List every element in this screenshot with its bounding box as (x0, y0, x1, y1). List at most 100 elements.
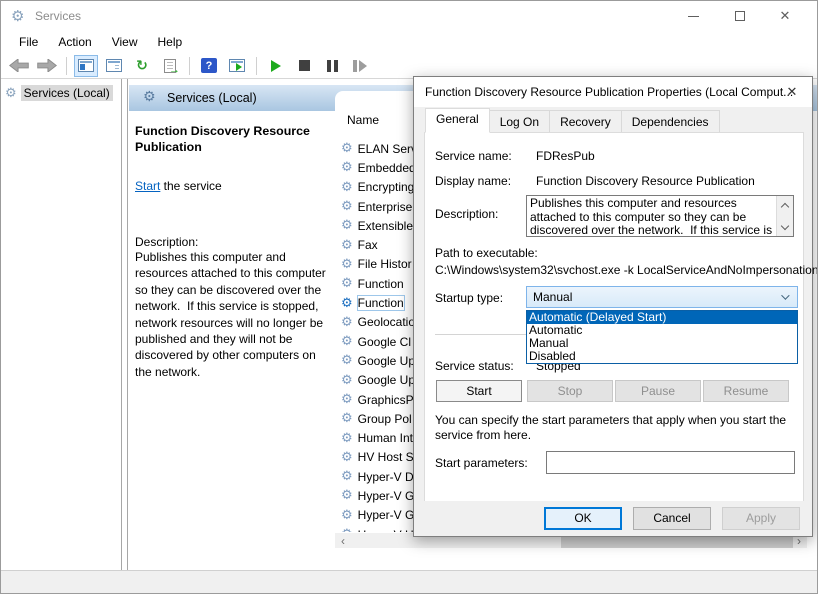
toolbar-separator (256, 57, 257, 75)
tab-log-on[interactable]: Log On (489, 110, 550, 133)
startup-type-select[interactable]: Manual (526, 286, 798, 308)
service-gear-icon: ⚙ (341, 161, 353, 174)
dropdown-option-automatic[interactable]: Automatic (527, 324, 797, 337)
menu-view[interactable]: View (102, 32, 148, 52)
description-label: Description: (135, 235, 333, 249)
action-pane-icon (229, 59, 245, 72)
path-value: C:\Windows\system32\svchost.exe -k Local… (435, 263, 818, 277)
tab-recovery[interactable]: Recovery (549, 110, 622, 133)
extended-pane: Function Discovery Resource Publication … (135, 123, 333, 380)
service-gear-icon: ⚙ (341, 374, 353, 387)
dialog-title: Function Discovery Resource Publication … (425, 85, 793, 99)
dialog-description-label: Description: (435, 207, 498, 221)
close-button[interactable]: ✕ (763, 1, 807, 31)
refresh-icon: ↻ (136, 59, 148, 73)
chevron-down-icon (781, 291, 789, 299)
startup-type-label: Startup type: (435, 291, 503, 305)
restart-service-button[interactable] (348, 55, 372, 77)
dropdown-option-disabled[interactable]: Disabled (527, 350, 797, 363)
refresh-button[interactable]: ↻ (130, 55, 154, 77)
back-button[interactable] (7, 55, 31, 77)
path-label: Path to executable: (435, 246, 538, 260)
display-name-row: Display name: Function Discovery Resourc… (435, 174, 511, 188)
service-gear-icon: ⚙ (341, 142, 353, 155)
tab-dependencies[interactable]: Dependencies (621, 110, 720, 133)
console-tree-pane: ⚙ Services (Local) (1, 79, 122, 570)
start-button[interactable]: Start (436, 380, 522, 402)
pause-button[interactable]: Pause (615, 380, 701, 402)
resume-button[interactable]: Resume (703, 380, 789, 402)
ok-button[interactable]: OK (544, 507, 622, 530)
menu-help[interactable]: Help (148, 32, 193, 52)
services-gear-icon: ⚙ (5, 86, 17, 101)
forward-icon (37, 59, 57, 72)
scroll-up-button[interactable] (777, 196, 793, 213)
header-gear-icon: ⚙ (143, 89, 156, 105)
display-name-label: Display name: (435, 174, 511, 188)
service-gear-icon: ⚙ (341, 354, 353, 367)
tab-general[interactable]: General (425, 108, 490, 133)
maximize-button[interactable] (718, 1, 762, 31)
description-label-row: Description: (435, 207, 498, 221)
stop-button[interactable]: Stop (527, 380, 613, 402)
start-parameters-input[interactable] (546, 451, 795, 474)
start-service-link[interactable]: Start (135, 179, 160, 193)
dialog-titlebar: Function Discovery Resource Publication … (414, 77, 812, 107)
minimize-button[interactable] (671, 1, 715, 31)
menubar: File Action View Help (1, 31, 817, 53)
apply-button[interactable]: Apply (722, 507, 800, 530)
selected-service-title: Function Discovery Resource Publication (135, 123, 320, 155)
menu-action[interactable]: Action (48, 32, 101, 52)
toolbar-separator (66, 57, 67, 75)
service-name-label: Service name: (435, 149, 512, 163)
show-console-tree-button[interactable] (74, 55, 98, 77)
startup-type-row: Startup type: (435, 291, 503, 305)
help-button[interactable]: ? (197, 55, 221, 77)
start-service-button[interactable] (264, 55, 288, 77)
help-icon: ? (201, 58, 217, 73)
startup-type-dropdown: Automatic (Delayed Start) Automatic Manu… (526, 310, 798, 364)
start-parameters-hint: You can specify the start parameters tha… (435, 413, 797, 442)
stop-service-button[interactable] (292, 55, 316, 77)
console-tree-icon (78, 59, 94, 72)
service-gear-icon: ⚙ (341, 219, 353, 232)
pause-service-button[interactable] (320, 55, 344, 77)
show-action-pane-button[interactable] (225, 55, 249, 77)
dropdown-option-automatic-delayed[interactable]: Automatic (Delayed Start) (527, 311, 797, 324)
description-box[interactable]: Publishes this computer and resources at… (526, 195, 794, 237)
service-name-row: Service name: FDResPub (435, 149, 512, 163)
properties-dialog: Function Discovery Resource Publication … (413, 76, 813, 537)
description-text: Publishes this computer and resources at… (135, 249, 331, 380)
export-list-icon: → (164, 59, 176, 73)
service-gear-icon: ⚙ (341, 412, 353, 425)
dialog-close-button[interactable]: ✕ (772, 77, 812, 107)
properties-icon (106, 59, 122, 72)
properties-button[interactable] (102, 55, 126, 77)
service-gear-icon: ⚙ (341, 258, 353, 271)
export-list-button[interactable]: → (158, 55, 182, 77)
cancel-button[interactable]: Cancel (633, 507, 711, 530)
pause-service-icon (327, 60, 338, 72)
menu-file[interactable]: File (9, 32, 48, 52)
display-name-value: Function Discovery Resource Publication (536, 174, 755, 188)
dialog-tabs: General Log On Recovery Dependencies (425, 110, 719, 133)
start-service-line: Start the service (135, 179, 333, 193)
scroll-left-button[interactable]: ‹ (335, 533, 351, 548)
tree-item-services-local[interactable]: ⚙ Services (Local) (5, 85, 121, 101)
column-header-name[interactable]: Name (347, 113, 379, 127)
service-gear-icon: ⚙ (341, 470, 353, 483)
scroll-down-button[interactable] (777, 219, 793, 236)
startup-type-value: Manual (533, 290, 572, 304)
service-gear-icon: ⚙ (341, 200, 353, 213)
forward-button[interactable] (35, 55, 59, 77)
dialog-close-icon: ✕ (787, 85, 798, 100)
window-titlebar: ⚙ Services ✕ (1, 1, 817, 31)
stop-service-icon (299, 60, 310, 71)
window-title: Services (35, 9, 81, 23)
service-gear-icon: ⚙ (341, 528, 353, 532)
service-status-label: Service status: (435, 359, 514, 373)
back-icon (9, 59, 29, 72)
service-gear-icon: ⚙ (341, 489, 353, 502)
general-tab-page: Service name: FDResPub Display name: Fun… (424, 132, 804, 503)
dropdown-option-manual[interactable]: Manual (527, 337, 797, 350)
